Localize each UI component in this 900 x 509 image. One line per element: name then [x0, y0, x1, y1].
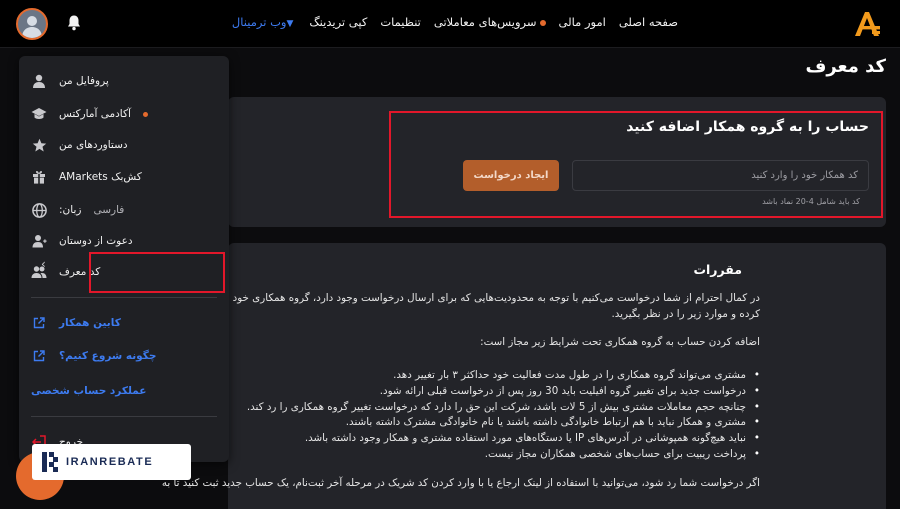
menu-item-invite-friends[interactable]: دعوت از دوستان: [31, 229, 213, 253]
rules-paragraph: اضافه کردن حساب به گروه همکاری تحت شرایط…: [480, 336, 760, 348]
menu-item-personal-account[interactable]: عملکرد حساب شخصی: [31, 379, 213, 403]
page-title: کد معرف: [805, 56, 886, 77]
menu-item-partner-cabinet[interactable]: کابین همکار: [31, 311, 213, 335]
amarkets-logo[interactable]: [852, 9, 882, 39]
menu-item-label: پروفایل من: [59, 75, 109, 87]
nav-web-terminal[interactable]: وب ترمینال▼: [232, 15, 296, 29]
globe-icon: [31, 202, 47, 218]
nav-trading-services[interactable]: سرویس‌های معاملاتی: [434, 15, 546, 29]
nav-trading-services-label: سرویس‌های معاملاتی: [433, 15, 537, 29]
graduation-cap-icon: [31, 106, 47, 122]
users-icon: [31, 264, 47, 280]
menu-item-how-to-start[interactable]: چگونه شروع کنیم؟: [31, 344, 213, 368]
menu-item-profile[interactable]: پروفایل من: [31, 69, 213, 93]
watermark: IRANREBATE: [32, 444, 191, 480]
highlight-frame: [89, 252, 225, 293]
new-indicator-dot: [539, 19, 546, 26]
menu-item-label: کابین همکار: [59, 317, 121, 329]
star-icon: [31, 137, 47, 153]
language-label: زبان:: [59, 204, 82, 216]
language-value: فارسی: [93, 204, 125, 216]
list-item: پرداخت ریبیت برای حساب‌های شخصی همکاران …: [230, 447, 760, 463]
new-indicator-dot: [142, 111, 148, 117]
gift-icon: [31, 169, 47, 185]
menu-item-label: دستاوردهای من: [59, 139, 128, 151]
menu-item-label: آکادمی آمارکتس: [59, 108, 131, 120]
user-icon: [31, 73, 47, 89]
menu-item-language[interactable]: زبان: فارسی: [31, 198, 213, 222]
rules-paragraph: کرده و موارد زیر را در نظر بگیرید.: [611, 308, 761, 320]
menu-item-label: دعوت از دوستان: [59, 235, 133, 247]
rules-heading: مقررات: [693, 262, 742, 277]
user-silhouette-icon: [22, 16, 42, 38]
watermark-text: IRANREBATE: [66, 456, 154, 468]
nav-copy-trading[interactable]: کپی تریدینگ: [309, 15, 367, 29]
rules-paragraph: در کمال احترام از شما درخواست می‌کنیم با…: [209, 292, 760, 304]
rules-paragraph: اگر درخواست شما رد شود، می‌توانید با است…: [161, 476, 760, 489]
main-nav: صفحه اصلی امور مالی سرویس‌های معاملاتی ت…: [232, 0, 678, 44]
menu-divider: [31, 297, 217, 298]
list-item: نباید هیچ‌گونه همپوشانی در آدرس‌های IP ی…: [230, 431, 760, 447]
external-link-icon: [31, 315, 47, 331]
rules-text: در کمال احترام از شما درخواست می‌کنیم با…: [161, 290, 761, 491]
highlight-frame: [389, 111, 883, 218]
menu-item-label: چگونه شروع کنیم؟: [59, 350, 157, 362]
user-plus-icon: [31, 233, 47, 249]
iranrebate-logo-icon: [42, 452, 58, 472]
list-item: مشتری و همکار نباید با هم ارتباط خانوادگ…: [230, 415, 760, 431]
nav-web-terminal-label: وب ترمینال: [231, 15, 287, 29]
menu-item-achievements[interactable]: دستاوردهای من: [31, 133, 213, 157]
list-item: درخواست جدید برای تغییر گروه افیلیت باید…: [230, 384, 760, 400]
rules-list: مشتری می‌تواند گروه همکاری را در طول مدت…: [230, 368, 760, 463]
list-item: چنانچه حجم معاملات مشتری بیش از 5 لات با…: [230, 400, 760, 416]
menu-divider: [31, 416, 217, 417]
menu-item-academy[interactable]: آکادمی آمارکتس: [31, 102, 213, 126]
nav-finance[interactable]: امور مالی: [559, 15, 606, 29]
chevron-down-icon: ▼: [286, 19, 294, 29]
nav-home[interactable]: صفحه اصلی: [619, 15, 678, 29]
menu-item-cashback[interactable]: کش‌بک AMarkets: [31, 165, 213, 189]
bell-icon[interactable]: [66, 14, 82, 31]
list-item: مشتری می‌تواند گروه همکاری را در طول مدت…: [230, 368, 760, 384]
menu-item-label: کش‌بک AMarkets: [59, 171, 142, 183]
nav-settings[interactable]: تنظیمات: [380, 15, 421, 29]
top-bar: صفحه اصلی امور مالی سرویس‌های معاملاتی ت…: [0, 0, 900, 48]
user-avatar[interactable]: [16, 8, 48, 40]
external-link-icon: [31, 348, 47, 364]
menu-item-label: عملکرد حساب شخصی: [31, 385, 147, 397]
